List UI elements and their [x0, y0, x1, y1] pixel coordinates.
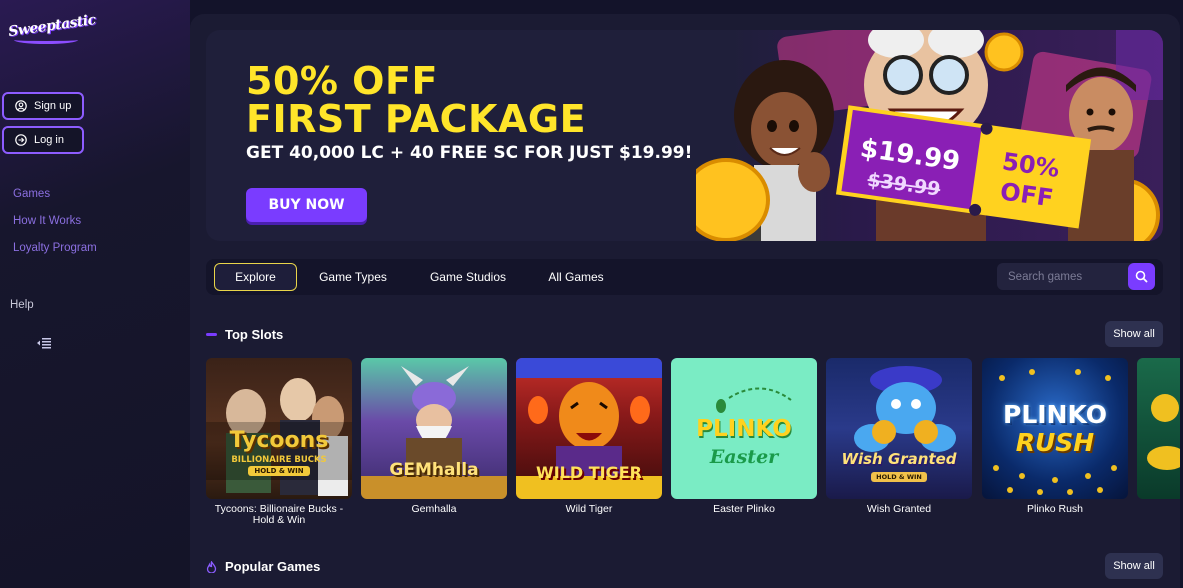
game-card-plinko-rush[interactable]: PLINKO RUSH Plinko Rush: [982, 358, 1128, 515]
game-thumbnail: PLINKO Easter: [671, 358, 817, 499]
sidebar-item-how-it-works[interactable]: How It Works: [13, 215, 81, 227]
collapse-sidebar-icon[interactable]: [36, 336, 52, 350]
search-button[interactable]: [1128, 263, 1155, 290]
tycoons-art-tag: HOLD & WIN: [206, 466, 352, 476]
category-tabs: Explore Game Types Game Studios All Game…: [206, 259, 1163, 295]
tycoons-art-subtitle: BILLIONAIRE BUCKS: [231, 455, 327, 465]
promo-title-line1: 50% OFF: [246, 59, 438, 103]
promo-title: 50% OFF FIRST PACKAGE: [246, 62, 586, 138]
popular-games-show-all-button[interactable]: Show all: [1105, 553, 1163, 579]
game-card-partial[interactable]: [1137, 358, 1180, 499]
game-title: Wild Tiger: [565, 503, 613, 515]
tab-explore[interactable]: Explore: [214, 263, 297, 291]
plinko-rush-art-title: PLINKO: [1003, 400, 1107, 429]
wish-granted-art-title: Wish Granted: [841, 450, 957, 468]
promo-title-line2: FIRST PACKAGE: [246, 97, 587, 141]
sidebar-item-loyalty-program[interactable]: Loyalty Program: [13, 242, 97, 254]
login-icon: [15, 134, 27, 146]
search-input[interactable]: [997, 263, 1125, 290]
promo-illustration: $19.99 $39.99 50% OFF: [696, 30, 1163, 241]
main-content: 50% OFF FIRST PACKAGE GET 40,000 LC + 40…: [190, 14, 1180, 588]
popular-games-title: Popular Games: [225, 559, 321, 574]
top-slots-title: Top Slots: [225, 327, 284, 342]
promo-banner[interactable]: 50% OFF FIRST PACKAGE GET 40,000 LC + 40…: [206, 30, 1163, 241]
sign-up-button[interactable]: Sign up: [2, 92, 84, 120]
tycoons-art-title: Tycoons: [229, 428, 329, 453]
game-card-easter-plinko[interactable]: PLINKO Easter Easter Plinko: [671, 358, 817, 515]
sign-up-label: Sign up: [34, 100, 72, 112]
easter-plinko-art-title: PLINKO: [696, 416, 792, 442]
plinko-rush-art-subtitle: RUSH: [1015, 428, 1095, 457]
log-in-button[interactable]: Log in: [2, 126, 84, 154]
game-card-wild-tiger[interactable]: WILD TIGER Wild Tiger: [516, 358, 662, 515]
game-title: Tycoons: Billionaire Bucks - Hold & Win: [214, 503, 344, 526]
game-thumbnail: PLINKO RUSH: [982, 358, 1128, 499]
flame-icon: [206, 560, 217, 573]
gemhalla-art-title: GEMhalla: [389, 460, 479, 480]
game-title: Wish Granted: [866, 503, 932, 515]
logo-swoosh: [14, 36, 78, 44]
tab-all-games[interactable]: All Games: [537, 263, 615, 291]
popular-games-heading: Popular Games: [206, 559, 320, 574]
sidebar-item-help[interactable]: Help: [10, 299, 34, 311]
game-thumbnail: GEMhalla: [361, 358, 507, 499]
easter-plinko-art-subtitle: Easter: [709, 446, 779, 468]
game-card-gemhalla[interactable]: GEMhalla Gemhalla: [361, 358, 507, 515]
game-title: Plinko Rush: [1026, 503, 1084, 515]
partial-game-art: [1147, 394, 1180, 470]
search-box: [997, 263, 1155, 290]
game-thumbnail: Tycoons BILLIONAIRE BUCKS HOLD & WIN: [206, 358, 352, 499]
search-icon: [1135, 270, 1148, 283]
tab-game-studios[interactable]: Game Studios: [418, 263, 518, 291]
sidebar: Sweeptastic Sign up Log in Games How It …: [0, 0, 190, 588]
wish-granted-art-tag: HOLD & WIN: [826, 472, 972, 482]
section-marker-icon: [206, 333, 217, 336]
sidebar-item-games[interactable]: Games: [13, 188, 50, 200]
wild-tiger-art-title: WILD TIGER: [536, 463, 642, 482]
tab-game-types[interactable]: Game Types: [309, 263, 397, 291]
game-thumbnail: Wish Granted HOLD & WIN: [826, 358, 972, 499]
game-title: Gemhalla: [411, 503, 457, 515]
game-title: Easter Plinko: [713, 503, 775, 515]
game-thumbnail: [1137, 358, 1180, 499]
game-thumbnail: WILD TIGER: [516, 358, 662, 499]
game-card-tycoons[interactable]: Tycoons BILLIONAIRE BUCKS HOLD & WIN Tyc…: [206, 358, 352, 526]
top-slots-heading: Top Slots: [206, 327, 283, 342]
game-card-wish-granted[interactable]: Wish Granted HOLD & WIN Wish Granted: [826, 358, 972, 515]
brand-logo[interactable]: Sweeptastic: [7, 12, 97, 46]
buy-now-button[interactable]: BUY NOW: [246, 188, 367, 222]
top-slots-show-all-button[interactable]: Show all: [1105, 321, 1163, 347]
log-in-label: Log in: [34, 134, 64, 146]
user-icon: [15, 100, 27, 112]
promo-subtitle: GET 40,000 LC + 40 FREE SC FOR JUST $19.…: [246, 143, 693, 163]
